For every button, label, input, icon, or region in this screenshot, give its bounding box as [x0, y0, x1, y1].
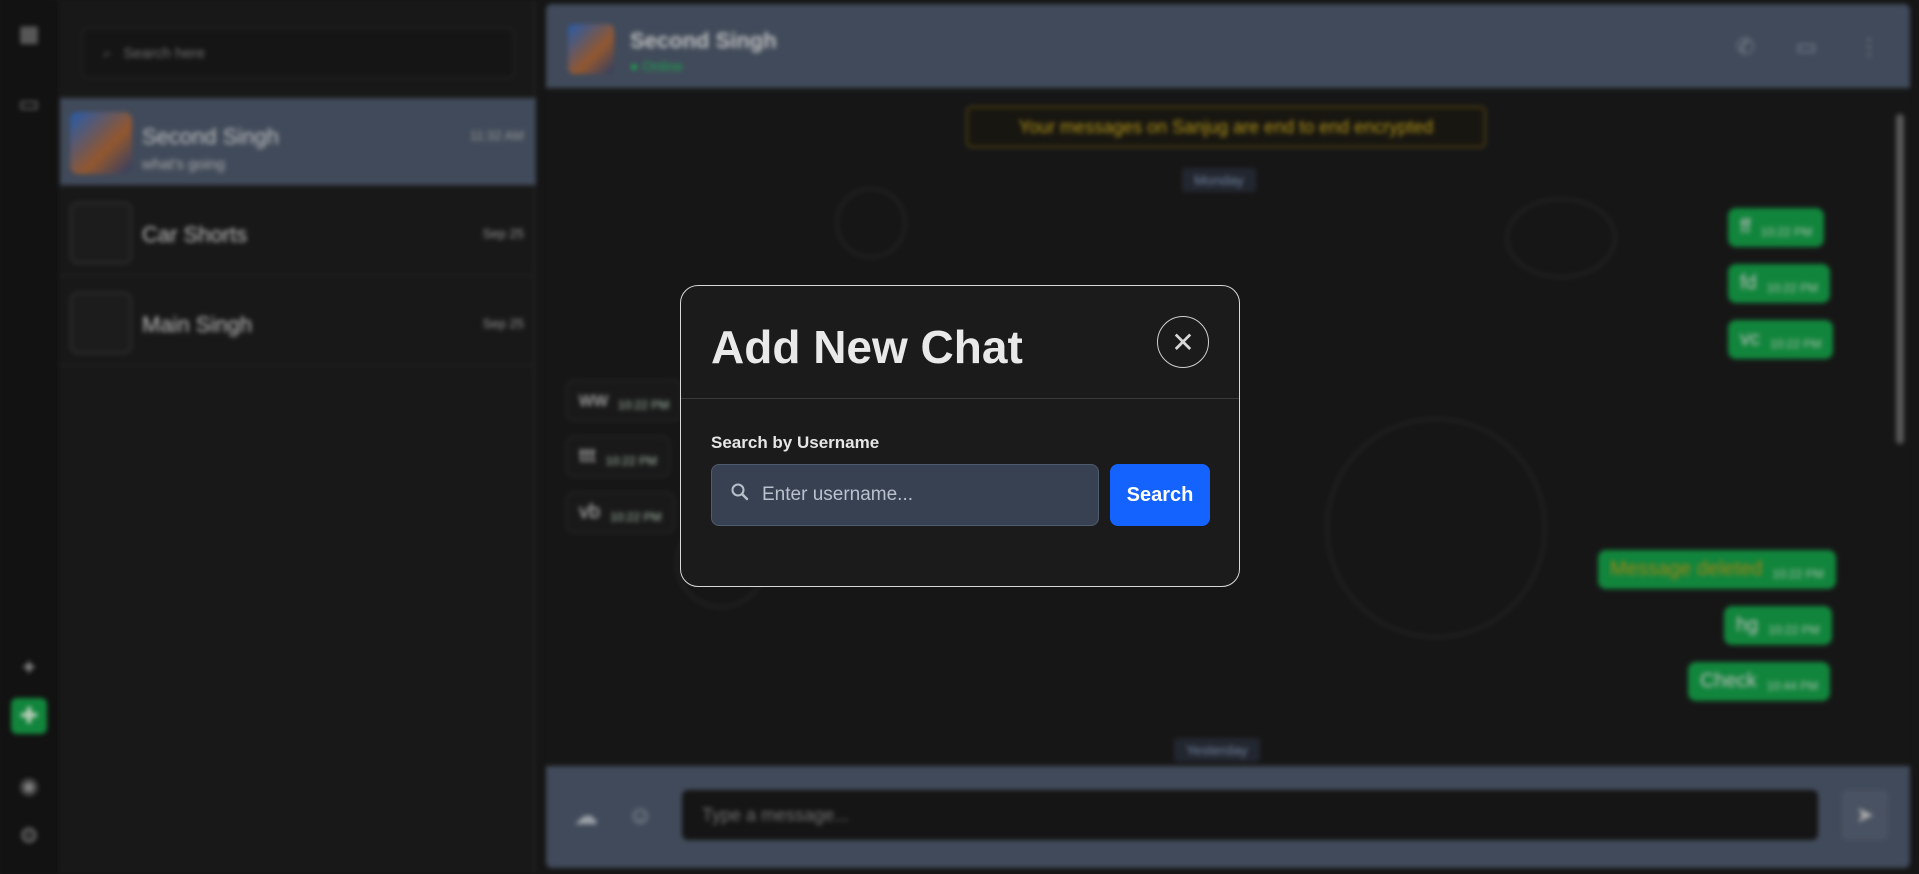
username-field-label: Search by Username [711, 433, 880, 452]
dialog-title: Add New Chat [711, 321, 1023, 373]
username-field[interactable] [711, 464, 1099, 526]
search-icon [730, 482, 750, 508]
close-button[interactable]: ✕ [1157, 316, 1209, 368]
add-new-chat-dialog: Add New Chat ✕ Search by Username Search [680, 285, 1240, 587]
dialog-divider [681, 398, 1239, 399]
search-button[interactable]: Search [1110, 464, 1210, 526]
close-icon: ✕ [1171, 326, 1195, 358]
username-input[interactable] [762, 484, 1082, 506]
